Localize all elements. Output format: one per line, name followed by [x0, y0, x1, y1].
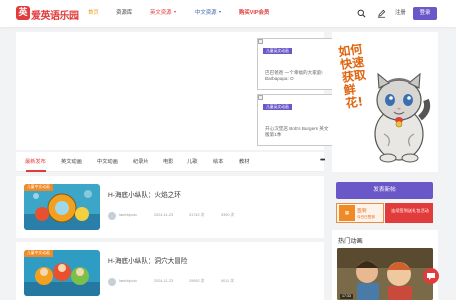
more-icon[interactable]: ••• [320, 152, 325, 170]
search-icon[interactable] [357, 9, 366, 18]
broken-image-icon [258, 39, 263, 44]
item-date: 2024-11-23 [154, 279, 174, 283]
item-tag: 儿童中文动画 [24, 184, 53, 191]
item-thumbnail[interactable]: 儿童中文动画 [24, 184, 100, 230]
publish-button[interactable]: 发表新帖 [336, 182, 433, 199]
item-author[interactable]: Iamhbpolo [119, 213, 137, 217]
nav-english-label: 英文资源 [150, 10, 172, 16]
thumb-tag: 儿童英文动画 [263, 48, 292, 54]
checkin-button[interactable]: 连续签到送礼包活动 [385, 203, 433, 223]
avatar[interactable] [108, 212, 116, 220]
ad-banner[interactable]: 如何快速获取鲜花! [332, 32, 438, 172]
tab-picture-books[interactable]: 绘本 [213, 152, 223, 172]
item-title[interactable]: H-海底小纵队：火焰之环 [108, 189, 181, 199]
item-title[interactable]: H-海底小纵队：洞穴大冒险 [108, 255, 188, 265]
signin-title: 签到 [357, 209, 367, 214]
signin-panel: ▦ 签到 今日已签到 连续签到送礼包活动 [336, 203, 433, 223]
item-tag: 儿童中文动画 [24, 250, 53, 257]
checkin-text: 连续签到送礼包活动 [391, 208, 429, 213]
tab-movie[interactable]: 电影 [163, 152, 173, 172]
nav-vip[interactable]: 购买VIP会员 [239, 0, 269, 27]
login-button[interactable]: 登录 [413, 7, 437, 20]
register-link[interactable]: 注册 [395, 0, 406, 27]
item-meta: Iamhbpolo 2024-11-23 31742 次 9390 次 [108, 212, 318, 220]
hot-panel: 热门动画 17:33 [332, 230, 438, 300]
chevron-down-icon [218, 11, 221, 13]
logo-mark: 英 [16, 6, 30, 20]
item-date: 2024-11-23 [154, 213, 174, 217]
category-tabs: 最新发布 英文动画 中文动画 纪录片 电影 儿歌 绘本 教材 ••• [16, 152, 325, 172]
nav-home[interactable]: 首页 [88, 0, 99, 27]
nav-english[interactable]: 英文资源 [150, 0, 176, 27]
top-bar: 英 爱英语乐园 首页 资源库 英文资源 中文资源 购买VIP会员 注册 登录 [0, 0, 456, 27]
tab-textbooks[interactable]: 教材 [239, 152, 249, 172]
tab-documentary[interactable]: 纪录片 [133, 152, 149, 172]
nav-chinese-label: 中文资源 [195, 10, 217, 16]
item-views: 29992 次 [189, 279, 205, 283]
nav-chinese[interactable]: 中文资源 [195, 0, 221, 27]
thumb-caption: 巴巴爸爸 一个幸福的大家庭! Barbapapa: O [265, 70, 323, 81]
hot-image [337, 248, 433, 300]
avatar[interactable] [108, 278, 116, 286]
item-thumbnail[interactable]: 儿童中文动画 [24, 250, 100, 296]
active-tab-indicator [26, 170, 46, 172]
hot-title: 热门动画 [338, 238, 363, 245]
thumb-caption: 开心汉堡店 Bob's Burgers 英文版第1季 [265, 126, 329, 137]
chat-icon [427, 273, 435, 280]
signin-button[interactable]: ▦ 签到 今日已签到 [336, 203, 384, 223]
item-author[interactable]: Iamhbpolo [119, 279, 137, 283]
chat-float-button[interactable] [423, 268, 439, 284]
tab-songs[interactable]: 儿歌 [187, 152, 197, 172]
banner-slide[interactable] [16, 32, 241, 150]
item-comments: 9390 次 [221, 213, 235, 217]
hot-thumbnail[interactable]: 17:33 [337, 248, 433, 300]
item-meta: Iamhbpolo 2024-11-23 29992 次 9011 次 [108, 278, 318, 286]
broken-image-icon [258, 95, 263, 100]
banner-thumb[interactable]: 儿童英文动画 开心汉堡店 Bob's Burgers 英文版第1季 [257, 94, 336, 146]
signin-sub: 今日已签到 [357, 215, 375, 219]
calendar-icon: ▦ [339, 205, 355, 221]
banner-thumb[interactable]: 儿童英文动画 巴巴爸爸 一个幸福的大家庭! Barbapapa: O [257, 38, 336, 90]
list-item[interactable]: 儿童中文动画 H-海底小纵队：火焰之环 Iamhbpolo 2024-11-23… [16, 176, 324, 238]
tab-chinese-anim[interactable]: 中文动画 [97, 152, 118, 172]
edit-icon[interactable] [377, 9, 386, 18]
banner: 儿童英文动画 巴巴爸爸 一个幸福的大家庭! Barbapapa: O 儿童英文动… [16, 32, 336, 150]
video-duration: 17:33 [340, 294, 353, 299]
tab-english-anim[interactable]: 英文动画 [61, 152, 82, 172]
list-item[interactable]: 儿童中文动画 H-海底小纵队：洞穴大冒险 Iamhbpolo 2024-11-2… [16, 242, 324, 300]
tab-latest[interactable]: 最新发布 [25, 152, 46, 172]
logo-text: 爱英语乐园 [31, 11, 79, 22]
item-comments: 9011 次 [221, 279, 235, 283]
chevron-down-icon [173, 11, 176, 13]
site-logo[interactable]: 英 爱英语乐园 [16, 5, 79, 22]
cat-illustration [374, 72, 431, 163]
thumb-tag: 儿童英文动画 [263, 104, 292, 110]
nav-library[interactable]: 资源库 [116, 0, 132, 27]
item-views: 31742 次 [189, 213, 205, 217]
